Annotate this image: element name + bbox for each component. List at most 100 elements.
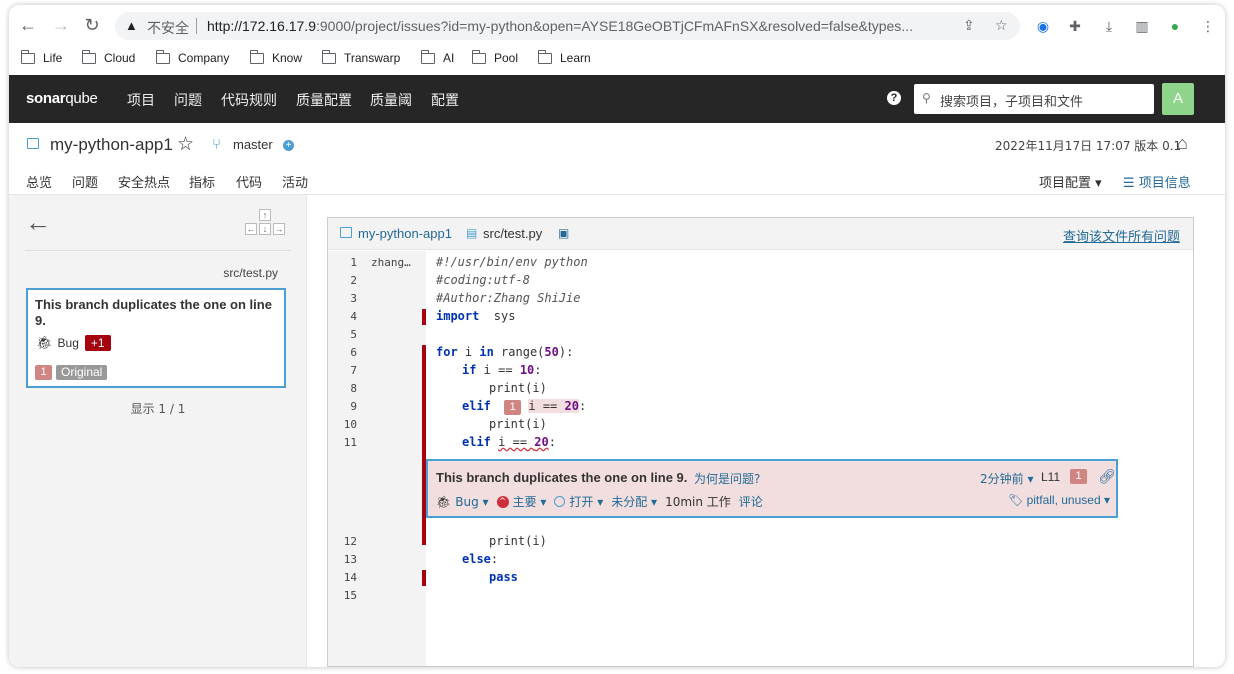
home-icon[interactable]: ⌂ <box>1177 133 1188 154</box>
user-avatar[interactable]: A <box>1162 83 1194 115</box>
bookmark-learn[interactable]: Learn <box>537 49 591 65</box>
reload-icon[interactable]: ↻ <box>82 15 102 35</box>
bookmark-company[interactable]: Company <box>155 49 229 65</box>
tab-activity[interactable]: 活动 <box>282 172 308 195</box>
url-text[interactable]: http://172.16.17.9:9000/project/issues?i… <box>207 18 957 34</box>
keyword: else <box>462 552 491 566</box>
help-icon[interactable]: ? <box>887 91 901 105</box>
line-number[interactable]: 9 <box>328 400 357 413</box>
tab-measures[interactable]: 指标 <box>189 172 215 195</box>
code-line-9: elif 1 i == 20: <box>462 399 586 415</box>
line-number[interactable]: 10 <box>328 418 357 431</box>
issue-status-dropdown[interactable]: 打开 ▾ <box>569 493 603 510</box>
issue-time-dropdown[interactable]: 2分钟前 ▾ <box>980 470 1033 487</box>
bookmark-transwarp[interactable]: Transwarp <box>321 49 400 65</box>
issue-tags-dropdown[interactable]: 🏷︎ pitfall, unused ▾ <box>1008 493 1110 507</box>
project-settings-dropdown[interactable]: 项目配置 ▾ <box>1039 172 1102 191</box>
scm-author[interactable]: zhang… <box>371 256 411 269</box>
bookmark-star-icon[interactable]: ☆ <box>995 17 1008 34</box>
tab-overview[interactable]: 总览 <box>26 172 52 195</box>
why-is-this-issue-link[interactable]: 为何是问题? <box>694 470 760 487</box>
line-number[interactable]: 3 <box>328 292 357 305</box>
inline-issue-box[interactable]: This branch duplicates the one on line 9… <box>426 459 1118 518</box>
nav-quality-gates[interactable]: 质量阈 <box>370 90 412 110</box>
url-host: http://172.16.17.9 <box>207 18 316 34</box>
insecure-label: 不安全 <box>147 21 189 37</box>
bookmark-pool[interactable]: Pool <box>471 49 518 65</box>
nav-quality-profiles[interactable]: 质量配置 <box>296 90 352 110</box>
password-manager-icon[interactable]: ◉ <box>1034 17 1052 35</box>
secondary-location-badge[interactable]: 1 <box>504 400 522 415</box>
code-line-3: #Author:Zhang ShiJie <box>436 291 581 305</box>
number-literal: 10 <box>519 363 535 377</box>
profile-avatar-icon[interactable]: ● <box>1166 17 1184 35</box>
favorite-star-icon[interactable]: ☆ <box>177 133 194 156</box>
line-number[interactable]: 8 <box>328 382 357 395</box>
side-panel-icon[interactable]: ▥ <box>1133 17 1151 35</box>
issue-severity-dropdown[interactable]: 主要 ▾ <box>513 493 547 510</box>
issue-location-badge[interactable]: 1 <box>1070 469 1087 484</box>
line-number[interactable]: 15 <box>328 589 357 602</box>
code-line-1: #!/usr/bin/env python <box>436 255 588 269</box>
bookmark-cloud[interactable]: Cloud <box>81 49 135 65</box>
issue-actions: 🐞︎ Bug ▾ ^ 主要 ▾ 打开 ▾ 未分配 ▾ 10min 工作 评论 <box>436 493 771 510</box>
project-info-label: 项目信息 <box>1138 176 1191 191</box>
global-search-input[interactable]: ⚲ 搜索项目，子项目和文件 <box>914 84 1154 114</box>
download-icon[interactable]: ⤓ <box>1100 17 1118 35</box>
branch-add-icon[interactable]: + <box>283 140 294 151</box>
search-placeholder: 搜索项目，子项目和文件 <box>940 95 1084 110</box>
issue-count: 显示 1 / 1 <box>130 402 186 416</box>
project-info-link[interactable]: ☰ 项目信息 <box>1123 172 1191 191</box>
issue-assignee-dropdown[interactable]: 未分配 ▾ <box>611 493 657 510</box>
comment-link[interactable]: 评论 <box>739 493 763 510</box>
bookmark-ai[interactable]: AI <box>420 49 454 65</box>
line-number[interactable]: 14 <box>328 571 357 584</box>
tab-code[interactable]: 代码 <box>236 172 262 195</box>
menu-dots-icon[interactable]: ⋮ <box>1199 17 1217 35</box>
line-number[interactable]: 5 <box>328 328 357 341</box>
nav-issues[interactable]: 问题 <box>174 90 202 110</box>
issue-location[interactable]: 1 Original <box>35 365 108 380</box>
viewer-project-link[interactable]: my-python-app1 <box>358 226 452 241</box>
nav-rules[interactable]: 代码规则 <box>221 90 277 110</box>
line-number[interactable]: 4 <box>328 310 357 323</box>
branch-name[interactable]: master <box>233 137 273 152</box>
back-arrow-icon[interactable]: ← <box>18 15 38 35</box>
line-number[interactable]: 13 <box>328 553 357 566</box>
issue-card[interactable]: This branch duplicates the one on line 9… <box>26 288 286 388</box>
sonarqube-logo[interactable]: sonarqube <box>26 90 98 107</box>
source-viewer-header: my-python-app1 ▤ src/test.py ▣ 查询该文件所有问题 <box>328 218 1193 250</box>
line-number[interactable]: 1 <box>328 256 357 269</box>
major-severity-icon: ^ <box>496 495 509 508</box>
add-to-favorites-icon[interactable]: ▣ <box>558 226 569 240</box>
code-line-4: import sys <box>436 309 515 323</box>
number-literal: 20 <box>564 399 579 413</box>
permalink-icon[interactable]: 🔗︎ <box>1098 468 1116 485</box>
line-number[interactable]: 7 <box>328 364 357 377</box>
line-number[interactable]: 11 <box>328 436 357 449</box>
omnibox-divider <box>196 18 197 34</box>
tab-security-hotspots[interactable]: 安全热点 <box>118 172 170 195</box>
bookmark-label: Life <box>43 51 63 65</box>
issue-message[interactable]: This branch duplicates the one on line 9… <box>436 470 687 485</box>
code-text: i == <box>498 435 535 449</box>
extensions-puzzle-icon[interactable]: ✚ <box>1066 17 1084 35</box>
back-arrow-icon[interactable]: ← <box>25 207 51 238</box>
issue-type-dropdown[interactable]: Bug ▾ <box>455 495 488 509</box>
all-file-issues-link[interactable]: 查询该文件所有问题 <box>1063 226 1180 245</box>
line-number[interactable]: 6 <box>328 346 357 359</box>
issue-type-row: 🐞︎ Bug +1 <box>36 335 111 351</box>
line-number[interactable]: 12 <box>328 535 357 548</box>
issue-underline[interactable]: i == 20 <box>498 435 549 449</box>
nav-projects[interactable]: 项目 <box>127 90 155 110</box>
code-text: range( <box>493 345 545 359</box>
forward-arrow-icon[interactable]: → <box>51 15 71 35</box>
bookmark-life[interactable]: Life <box>20 49 63 65</box>
nav-administration[interactable]: 配置 <box>431 90 459 110</box>
project-name[interactable]: my-python-app1 <box>50 135 173 155</box>
address-bar[interactable]: ▲ 不安全 http://172.16.17.9:9000/project/is… <box>115 12 1020 40</box>
share-icon[interactable]: ⇪ <box>963 17 975 34</box>
line-number[interactable]: 2 <box>328 274 357 287</box>
code-line-10: print(i) <box>489 417 547 431</box>
bookmark-know[interactable]: Know <box>249 49 302 65</box>
